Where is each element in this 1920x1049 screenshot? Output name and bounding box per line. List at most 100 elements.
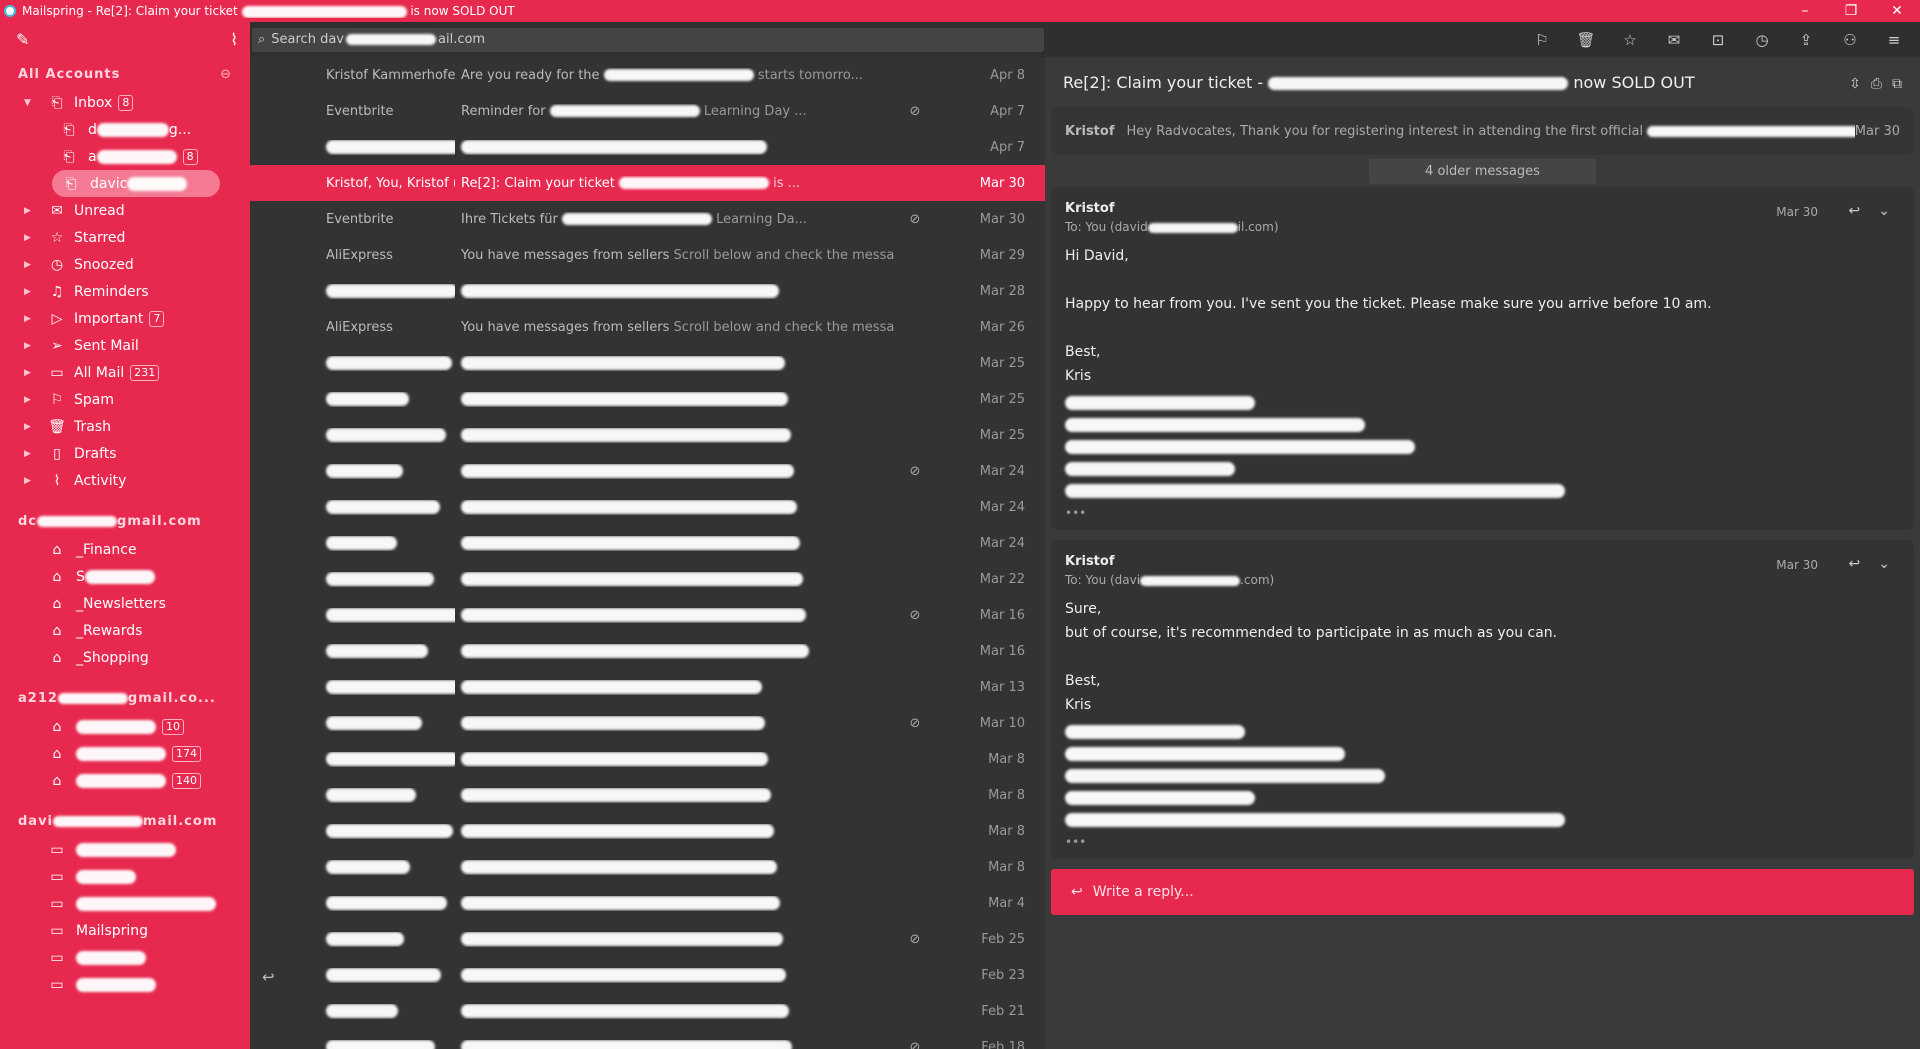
popout-icon[interactable]: ⧉: [1892, 76, 1902, 92]
list-item[interactable]: Mar 8: [250, 777, 1045, 813]
sidebar-item-unread[interactable]: ▶ ✉ Unread: [0, 197, 250, 224]
list-item[interactable]: Mar 4: [250, 885, 1045, 921]
inbox-icon: ⎗: [65, 175, 77, 192]
sender: AliExpress: [326, 247, 393, 263]
sidebar-sub-inbox-1[interactable]: ⎗ d g...: [0, 116, 250, 143]
date: Feb 23: [981, 967, 1025, 983]
list-item[interactable]: Mar 25: [250, 381, 1045, 417]
list-item[interactable]: Eventbrite Reminder for Learning Day ... ⊘…: [250, 93, 1045, 129]
folder-item[interactable]: ▭: [0, 863, 250, 890]
sidebar-item-inbox[interactable]: ▼ ⎗ Inbox 8: [0, 89, 250, 116]
list-item[interactable]: ⊘ Mar 16: [250, 597, 1045, 633]
list-item[interactable]: Eventbrite Ihre Tickets für Learning Da..…: [250, 201, 1045, 237]
sidebar-sub-inbox-2[interactable]: ⎗ a 8: [0, 143, 250, 170]
menu-icon[interactable]: ≡: [1872, 22, 1916, 57]
sidebar-item-all-mail[interactable]: ▶ ▭ All Mail 231: [0, 359, 250, 386]
trash-icon[interactable]: 🗑: [1564, 22, 1608, 57]
date: Feb 25: [981, 931, 1025, 947]
list-item[interactable]: Feb 21: [250, 993, 1045, 1029]
activity-pulse-icon[interactable]: ⌇: [230, 30, 238, 49]
chevron-down-icon[interactable]: ⌄: [1878, 556, 1890, 572]
list-item[interactable]: Kristof Kammerhofer (2) ✎ Are you ready f…: [250, 57, 1045, 93]
sidebar-item-trash[interactable]: ▶ 🗑 Trash: [0, 413, 250, 440]
account-header: dc gmail.com: [18, 513, 202, 529]
sidebar-item-snoozed[interactable]: ▶ ◷ Snoozed: [0, 251, 250, 278]
collapsed-message[interactable]: Kristof Hey Radvocates, Thank you for re…: [1051, 107, 1914, 155]
reply-input[interactable]: ↩ Write a reply...: [1051, 869, 1914, 915]
sidebar-item-activity[interactable]: ▶ ⌇ Activity: [0, 467, 250, 494]
move-folder-icon[interactable]: ⊡: [1696, 22, 1740, 57]
compose-icon[interactable]: ✎: [16, 30, 29, 49]
label-redacted[interactable]: ⌂ S: [0, 563, 250, 590]
attachment-icon: ⊘: [909, 607, 921, 623]
label-item[interactable]: ⌂ 140: [0, 767, 250, 794]
folder-item[interactable]: ▭: [0, 890, 250, 917]
label-rewards[interactable]: ⌂ _Rewards: [0, 617, 250, 644]
list-item[interactable]: ⊘ Mar 24: [250, 453, 1045, 489]
list-item[interactable]: Mar 25: [250, 417, 1045, 453]
list-item[interactable]: ⊘ Feb 18: [250, 1029, 1045, 1049]
folder-icon: ▭: [50, 364, 64, 381]
snooze-icon[interactable]: ◷: [1740, 22, 1784, 57]
subject: [455, 392, 895, 407]
drafts-icon: ▯: [53, 445, 61, 462]
label-item[interactable]: ⌂ 10: [0, 713, 250, 740]
expand-icon[interactable]: ⇳: [1849, 76, 1861, 92]
list-item[interactable]: AliExpress You have messages from sellers…: [250, 309, 1045, 345]
show-quoted-button[interactable]: •••: [1065, 835, 1900, 849]
label-newsletters[interactable]: ⌂ _Newsletters: [0, 590, 250, 617]
folder-item[interactable]: ▭: [0, 836, 250, 863]
list-item[interactable]: Mar 24: [250, 525, 1045, 561]
show-quoted-button[interactable]: •••: [1065, 506, 1900, 520]
star-icon[interactable]: ☆: [1608, 22, 1652, 57]
label-item[interactable]: ⌂ 174: [0, 740, 250, 767]
list-item[interactable]: Kristof, You, Kristof (7) Re[2]: Claim yo…: [250, 165, 1045, 201]
list-item[interactable]: Feb 23: [250, 957, 1045, 993]
list-item[interactable]: Mar 16: [250, 633, 1045, 669]
date: Mar 25: [979, 355, 1025, 371]
sender: AliExpress: [326, 319, 393, 335]
list-item[interactable]: Mar 8: [250, 813, 1045, 849]
subject: [455, 644, 895, 659]
list-item[interactable]: Mar 25: [250, 345, 1045, 381]
list-item[interactable]: AliExpress You have messages from sellers…: [250, 237, 1045, 273]
list-item[interactable]: Mar 8: [250, 849, 1045, 885]
search-input[interactable]: ⌕ Search dav ail.com: [252, 27, 1044, 52]
list-item[interactable]: Mar 22: [250, 561, 1045, 597]
list-item[interactable]: Mar 8: [250, 741, 1045, 777]
reply-icon: ↩: [1071, 884, 1083, 900]
reply-icon[interactable]: ↩: [1849, 203, 1861, 219]
folder-item[interactable]: ▭: [0, 971, 250, 998]
sidebar-item-drafts[interactable]: ▶ ▯ Drafts: [0, 440, 250, 467]
list-item[interactable]: ⊘ Feb 25: [250, 921, 1045, 957]
sidebar-item-starred[interactable]: ▶ ☆ Starred: [0, 224, 250, 251]
folder-mailspring[interactable]: ▭ Mailspring: [0, 917, 250, 944]
minimize-button[interactable]: –: [1782, 0, 1828, 22]
list-item[interactable]: Apr 7: [250, 129, 1045, 165]
list-item[interactable]: ⊘ Mar 10: [250, 705, 1045, 741]
folder-item[interactable]: ▭: [0, 944, 250, 971]
list-item[interactable]: Mar 24: [250, 489, 1045, 525]
account-icon[interactable]: ⚇: [1828, 22, 1872, 57]
share-icon[interactable]: ⇪: [1784, 22, 1828, 57]
reply-icon[interactable]: ↩: [1849, 556, 1861, 572]
list-item[interactable]: Mar 13: [250, 669, 1045, 705]
sidebar-sub-inbox-3[interactable]: ⎗ davic: [52, 170, 220, 197]
spam-icon[interactable]: ⚐: [1520, 22, 1564, 57]
sidebar-item-reminders[interactable]: ▶ ♫ Reminders: [0, 278, 250, 305]
sidebar-item-important[interactable]: ▶ ▷ Important 7: [0, 305, 250, 332]
send-icon: ➢: [51, 337, 63, 354]
print-icon[interactable]: ⎙: [1871, 76, 1882, 92]
label-shopping[interactable]: ⌂ _Shopping: [0, 644, 250, 671]
reply-arrow-icon[interactable]: ↩: [262, 968, 275, 986]
subject: [455, 284, 895, 299]
chevron-down-icon[interactable]: ⌄: [1878, 203, 1890, 219]
restore-button[interactable]: ❐: [1828, 0, 1874, 22]
close-button[interactable]: ✕: [1874, 0, 1920, 22]
mark-unread-icon[interactable]: ✉: [1652, 22, 1696, 57]
sidebar-item-sent[interactable]: ▶ ➢ Sent Mail: [0, 332, 250, 359]
list-item[interactable]: Mar 28: [250, 273, 1045, 309]
sidebar-item-spam[interactable]: ▶ ⚐ Spam: [0, 386, 250, 413]
older-messages-button[interactable]: 4 older messages: [1045, 159, 1920, 184]
label-finance[interactable]: ⌂ _Finance: [0, 536, 250, 563]
